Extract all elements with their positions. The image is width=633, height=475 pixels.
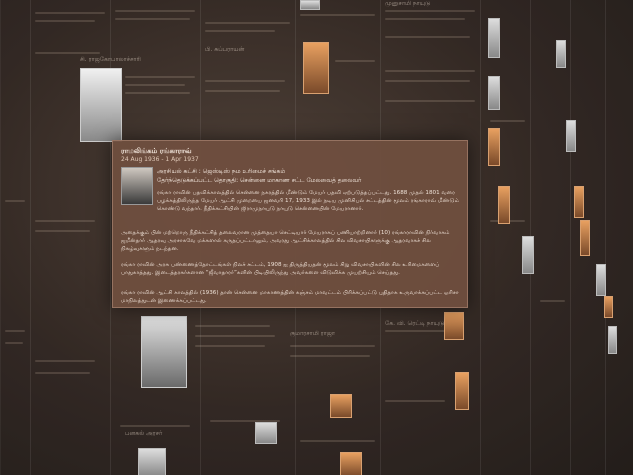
bg-card-title: பனகல் அரசர் xyxy=(125,430,163,437)
portrait-thumbnail[interactable] xyxy=(138,448,166,475)
portrait-thumbnail[interactable] xyxy=(580,220,590,256)
bg-column xyxy=(530,0,571,475)
bg-column xyxy=(0,0,31,475)
portrait-thumbnail[interactable] xyxy=(80,68,122,142)
bg-card-title: கே. வி. ரெட்டி நாயுடு xyxy=(385,320,445,327)
bg-card-title: சி. ராஜகோபாலாச்சாரி xyxy=(80,56,141,63)
portrait-thumbnail[interactable] xyxy=(498,186,510,224)
bg-card-title: பி. சுப்பராயன் xyxy=(205,46,245,53)
portrait-thumbnail[interactable] xyxy=(604,296,613,318)
timeline-wall: சி. ராஜகோபாலாச்சாரி பி. சுப்பராயன் முனுச… xyxy=(0,0,633,475)
portrait-thumbnail[interactable] xyxy=(455,372,469,410)
portrait-thumbnail[interactable] xyxy=(488,128,500,166)
bg-card-title: முனுசாமி நாயுடு xyxy=(385,0,431,7)
portrait-thumbnail[interactable] xyxy=(488,76,500,110)
tenure-dates: 24 Aug 1936 - 1 Apr 1937 xyxy=(121,156,199,163)
bio-paragraph: ரங்கா ராவின் ஆட்சி காலத்தில் (1936) தான்… xyxy=(121,290,459,304)
bio-paragraph: அதைக்கும் பின் மற்றொரு நீதிக்கட்சித் தலை… xyxy=(121,230,450,252)
portrait-thumbnail[interactable] xyxy=(303,42,329,94)
portrait-thumbnail[interactable] xyxy=(340,452,362,475)
party-affiliation: அரசியல் கட்சி : ஜெஸ்டிஸ் நம உரிமைச் சங்க… xyxy=(157,168,286,175)
portrait-thumbnail[interactable] xyxy=(556,40,566,68)
portrait-thumbnail[interactable] xyxy=(330,394,352,418)
constituency: தேர்ந்தெடுக்கப்பட்ட தொகுதி: சென்னை மாகாண… xyxy=(157,177,362,184)
portrait-thumbnail[interactable] xyxy=(300,0,320,10)
portrait-thumbnail[interactable] xyxy=(574,186,584,218)
person-detail-popup[interactable]: ராமலிங்கம் ரங்காராவ் 24 Aug 1936 - 1 Apr… xyxy=(112,140,468,308)
bg-column xyxy=(605,0,633,475)
portrait-thumbnail[interactable] xyxy=(444,312,464,340)
portrait-thumbnail[interactable] xyxy=(566,120,576,152)
portrait-thumbnail[interactable] xyxy=(608,326,617,354)
portrait-thumbnail[interactable] xyxy=(141,316,187,388)
portrait-thumbnail[interactable] xyxy=(255,422,277,444)
bio-paragraph: ரங்கா ராவின் பதவிக்காலத்தில் சென்னை நகரத… xyxy=(157,190,459,212)
portrait-thumbnail[interactable] xyxy=(522,236,534,274)
bg-card-title: குமாரசாமி ராஜா xyxy=(290,330,336,337)
portrait-thumbnail[interactable] xyxy=(488,18,500,58)
bio-paragraph: ரங்கா ராவின் அரசு பண்ணைத்தோட்டங்கள் நிலச… xyxy=(121,262,440,276)
portrait-thumbnail[interactable] xyxy=(596,264,606,296)
person-name: ராமலிங்கம் ரங்காராவ் xyxy=(121,147,192,155)
person-photo xyxy=(121,167,153,205)
